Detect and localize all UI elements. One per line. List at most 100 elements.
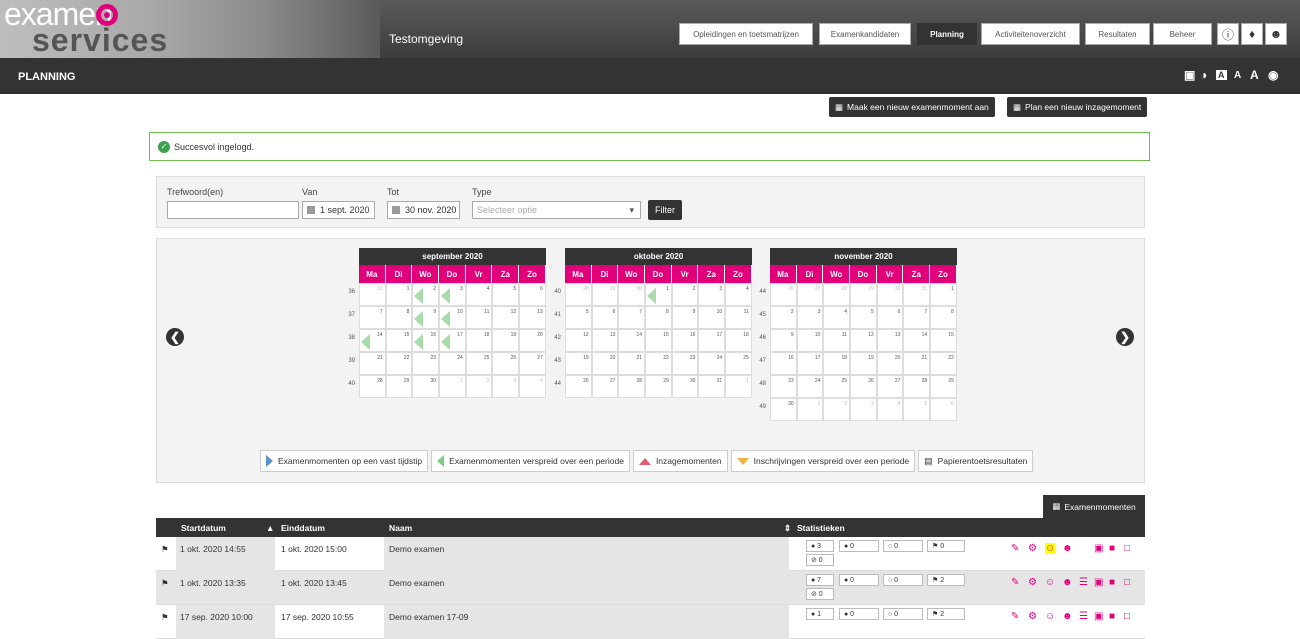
candidates-icon[interactable]: ☺ <box>1045 543 1056 554</box>
calendar-day[interactable]: 8 <box>930 306 957 329</box>
new-exam-moment-button[interactable]: ▦ Maak een nieuw examenmoment aan <box>829 97 995 117</box>
calendar-day[interactable]: 26 <box>565 375 592 398</box>
calendar-day[interactable]: 13 <box>519 306 546 329</box>
calendar-day[interactable]: 18 <box>823 352 851 375</box>
column-naam[interactable]: Naam <box>389 523 412 533</box>
calendar-day[interactable]: 5 <box>850 306 877 329</box>
calendar-day[interactable]: 7 <box>359 306 386 329</box>
archive-icon[interactable]: ■ <box>1109 577 1115 588</box>
stat-started[interactable]: ● 0 <box>839 540 879 552</box>
print-icon[interactable]: ▣ <box>1094 577 1103 588</box>
calendar-day[interactable]: 15 <box>930 329 957 352</box>
archive-icon[interactable]: ■ <box>1109 543 1115 554</box>
calendar-day[interactable]: 1 <box>725 375 752 398</box>
previous-arrow-icon[interactable]: ❮ <box>166 328 184 346</box>
calendar-day[interactable]: 13 <box>876 329 904 352</box>
nav-activiteitenoverzicht[interactable]: Activiteitenoverzicht <box>981 23 1080 45</box>
calendar-day[interactable]: 7 <box>618 306 646 329</box>
stat-flagged[interactable]: ⚑ 0 <box>927 540 965 552</box>
calendar-day[interactable]: 4 <box>519 375 546 398</box>
proctor-icon[interactable]: ☻ <box>1062 577 1073 588</box>
calendar-day[interactable]: 17 <box>698 329 726 352</box>
filter-button[interactable]: Filter <box>648 200 682 220</box>
calendar-day[interactable]: 2 <box>465 375 493 398</box>
calendar-day[interactable]: 3 <box>796 306 824 329</box>
logo[interactable]: examen services <box>0 0 380 58</box>
settings-icon[interactable]: ⚙ <box>1028 577 1037 588</box>
calendar-day[interactable]: 6 <box>876 306 904 329</box>
calendar-day[interactable]: 29 <box>930 375 957 398</box>
calendar-day[interactable]: 23 <box>770 375 797 398</box>
info-icon[interactable]: ⓘ <box>1217 23 1239 45</box>
calendar-day[interactable]: 3 <box>439 283 466 306</box>
calendar-day[interactable]: 3 <box>698 283 726 306</box>
calendar-day[interactable]: 22 <box>930 352 957 375</box>
calendar-day[interactable]: 9 <box>671 306 699 329</box>
stat-absent[interactable]: ⊘ 0 <box>806 588 834 600</box>
calendar-day[interactable]: 18 <box>465 329 493 352</box>
calendar-day[interactable]: 21 <box>359 352 386 375</box>
new-review-moment-button[interactable]: ▦ Plan een nieuw inzagemoment <box>1007 97 1148 117</box>
calendar-day[interactable]: 22 <box>645 352 672 375</box>
calendar-day[interactable]: 14 <box>618 329 646 352</box>
calendar-day[interactable]: 5 <box>492 283 520 306</box>
stat-searched[interactable]: ○ 0 <box>883 540 923 552</box>
calendar-day[interactable]: 30 <box>618 283 646 306</box>
calendar-day[interactable]: 15 <box>385 329 413 352</box>
column-einddatum[interactable]: Einddatum <box>281 523 325 533</box>
stat-candidates[interactable]: ● 7 <box>806 574 834 586</box>
calendar-day[interactable]: 10 <box>796 329 824 352</box>
calendar-day[interactable]: 30 <box>876 283 904 306</box>
calendar-day[interactable]: 19 <box>565 352 592 375</box>
stat-flagged[interactable]: ⚑ 2 <box>927 574 965 586</box>
calendar-day[interactable]: 17 <box>439 329 466 352</box>
calendar-day[interactable]: 8 <box>645 306 672 329</box>
stat-searched[interactable]: ○ 0 <box>883 574 923 586</box>
to-date-input[interactable]: 30 nov. 2020 <box>387 201 460 219</box>
calendar-day[interactable]: 19 <box>492 329 520 352</box>
calendar-day[interactable]: 27 <box>876 375 904 398</box>
calendar-day[interactable]: 24 <box>439 352 466 375</box>
calendar-day[interactable]: 6 <box>591 306 619 329</box>
stat-candidates[interactable]: ● 1 <box>806 608 834 620</box>
calendar-day[interactable]: 11 <box>465 306 493 329</box>
tab-examenmomenten[interactable]: ▦ Examenmomenten <box>1043 495 1145 518</box>
calendar-day[interactable]: 27 <box>591 375 619 398</box>
stat-searched[interactable]: ○ 0 <box>883 608 923 620</box>
calendar-day[interactable]: 24 <box>796 375 824 398</box>
calendar-day[interactable]: 4 <box>876 398 904 421</box>
calendar-day[interactable]: 1 <box>645 283 672 306</box>
stat-absent[interactable]: ⊘ 0 <box>806 554 834 566</box>
calendar-day[interactable]: 14 <box>359 329 386 352</box>
nav-resultaten[interactable]: Resultaten <box>1085 23 1150 45</box>
stat-started[interactable]: ● 0 <box>839 574 879 586</box>
calendar-day[interactable]: 12 <box>850 329 877 352</box>
calendar-day[interactable]: 3 <box>850 398 877 421</box>
calendar-day[interactable]: 16 <box>412 329 440 352</box>
calendar-day[interactable]: 6 <box>930 398 957 421</box>
calendar-day[interactable]: 18 <box>725 329 752 352</box>
calendar-day[interactable]: 29 <box>385 375 413 398</box>
table-row[interactable]: ⚑ 17 sep. 2020 10:00 17 sep. 2020 10:55 Dem… <box>156 605 1145 639</box>
calendar-day[interactable]: 3 <box>492 375 520 398</box>
column-startdatum[interactable]: Startdatum <box>181 523 226 533</box>
nav-opleidingen[interactable]: Opleidingen en toetsmatrijzen <box>679 23 813 45</box>
table-row[interactable]: ⚑ 1 okt. 2020 14:55 1 okt. 2020 15:00 Demo … <box>156 537 1145 571</box>
calendar-day[interactable]: 11 <box>725 306 752 329</box>
calendar-day[interactable]: 11 <box>823 329 851 352</box>
document-icon[interactable]: □ <box>1124 577 1130 588</box>
bell-icon[interactable]: ♦ <box>1241 23 1263 45</box>
calendar-day[interactable]: 26 <box>492 352 520 375</box>
list-icon[interactable]: ☰ <box>1079 577 1088 588</box>
calendar-day[interactable]: 1 <box>385 283 413 306</box>
calendar-day[interactable]: 15 <box>645 329 672 352</box>
calendar-day[interactable]: 29 <box>645 375 672 398</box>
sort-icon[interactable]: ⇕ <box>784 523 791 534</box>
keyword-input[interactable] <box>167 201 299 219</box>
calendar-day[interactable]: 20 <box>591 352 619 375</box>
calendar-day[interactable]: 12 <box>565 329 592 352</box>
calendar-day[interactable]: 31 <box>903 283 931 306</box>
calendar-day[interactable]: 25 <box>823 375 851 398</box>
proctor-icon[interactable]: ☻ <box>1062 543 1073 554</box>
calendar-day[interactable]: 4 <box>465 283 493 306</box>
